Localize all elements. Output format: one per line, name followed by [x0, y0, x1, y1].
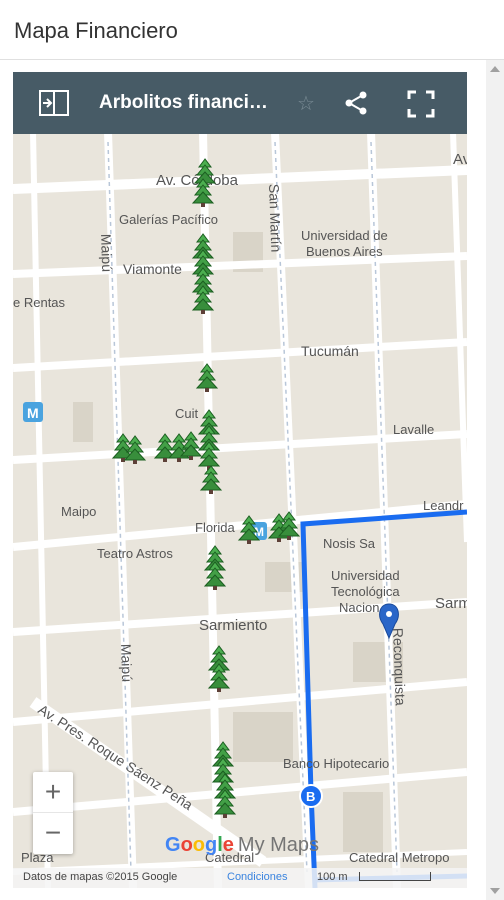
- zoom-out-button[interactable]: −: [33, 813, 73, 853]
- street-label-av-edge: Av: [453, 151, 467, 168]
- poi-label-catedral-metro: Catedral Metropo: [349, 850, 449, 865]
- svg-text:M: M: [27, 405, 39, 421]
- page-title: Mapa Financiero: [14, 18, 178, 43]
- poi-label-uba-2: Buenos Aires: [306, 244, 383, 259]
- app-header: Mapa Financiero: [0, 0, 504, 60]
- street-label-leandro: Leandr: [423, 498, 464, 513]
- scale-bar: [359, 872, 431, 881]
- street-label-maipu-bottom: Maipú: [118, 644, 135, 683]
- scroll-up-arrow-icon[interactable]: [490, 66, 500, 72]
- street-label-sarmiento: Sarmiento: [199, 617, 267, 634]
- poi-label-nosis: Nosis Sa: [323, 536, 376, 551]
- poi-label-cuit: Cuit: [175, 406, 199, 421]
- street-label-lavalle: Lavalle: [393, 422, 434, 437]
- street-label-sarm-edge: Sarm: [435, 595, 467, 612]
- google-mymaps-logo: Google My Maps: [165, 834, 320, 856]
- fullscreen-icon[interactable]: [407, 90, 435, 118]
- street-label-tucuman: Tucumán: [301, 343, 359, 359]
- poi-label-utn-3: Nacion: [339, 600, 379, 615]
- zoom-in-button[interactable]: +: [33, 772, 73, 813]
- scrollbar[interactable]: [486, 60, 504, 900]
- zoom-control: + −: [33, 772, 73, 854]
- poi-label-uba-1: Universidad de: [301, 228, 388, 243]
- share-icon[interactable]: [343, 90, 369, 116]
- poi-label-banco: Banco Hipotecario: [283, 756, 389, 771]
- subway-icon: M: [23, 402, 43, 422]
- terms-link[interactable]: Condiciones: [227, 871, 288, 883]
- scale-label: 100 m: [317, 871, 348, 883]
- map-frame[interactable]: Arbolitos financi… ☆ Av. Av Galerías Pac…: [13, 72, 467, 888]
- street-label-reconquista: Reconquista: [390, 628, 409, 707]
- poi-label-florida: Florida: [195, 520, 236, 535]
- map-canvas[interactable]: Av. Córdoba Av Galerías Pacífico Univers…: [13, 72, 467, 888]
- poi-label-galerias: Galerías Pacífico: [119, 212, 218, 227]
- svg-text:B: B: [306, 789, 315, 804]
- map-title[interactable]: Arbolitos financi…: [99, 92, 268, 114]
- scroll-down-arrow-icon[interactable]: [490, 888, 500, 894]
- attribution-text: Datos de mapas ©2015 Google: [23, 871, 178, 883]
- star-icon[interactable]: ☆: [297, 91, 315, 116]
- poi-label-utn-2: Tecnológica: [331, 584, 400, 599]
- map-toolbar: Arbolitos financi… ☆: [13, 72, 467, 134]
- sidebar-toggle-icon[interactable]: [39, 90, 69, 116]
- poi-label-maipo: Maipo: [61, 504, 96, 519]
- poi-label-utn-1: Universidad: [331, 568, 400, 583]
- poi-label-teatro: Teatro Astros: [97, 546, 173, 561]
- route-marker-b[interactable]: B: [299, 784, 323, 808]
- map-attribution: Datos de mapas ©2015 Google Condiciones …: [13, 868, 467, 888]
- street-label-maipu-top: Maipú: [98, 234, 115, 273]
- street-label-san-martin: San Martín: [266, 184, 284, 253]
- poi-label-rentas: e Rentas: [13, 295, 66, 310]
- street-label-viamonte: Viamonte: [123, 261, 182, 277]
